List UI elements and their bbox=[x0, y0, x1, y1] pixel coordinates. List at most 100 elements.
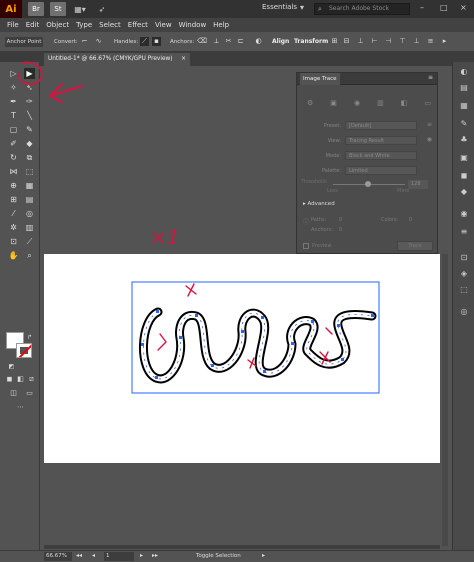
show-handles-icon[interactable]: ⟋ bbox=[140, 37, 149, 46]
convert-smooth-icon[interactable]: ∿ bbox=[94, 37, 103, 46]
menu-object[interactable]: Object bbox=[46, 21, 69, 29]
previous-artboard-icon[interactable]: ◂ bbox=[92, 552, 95, 559]
properties-icon[interactable]: ▦ bbox=[457, 100, 471, 112]
rectangle-tool-icon[interactable]: ▢ bbox=[8, 124, 19, 135]
transform-button[interactable]: Transform bbox=[292, 36, 330, 48]
vertical-scrollbar[interactable] bbox=[442, 254, 448, 546]
options-icon[interactable]: ⊟ bbox=[342, 37, 351, 46]
perspective-grid-tool-icon[interactable]: ▦ bbox=[24, 180, 35, 191]
vertical-flip-icon[interactable]: ⊥ bbox=[356, 37, 365, 46]
line-tool-icon[interactable]: ╲ bbox=[24, 110, 35, 121]
hand-tool-icon[interactable]: ✋ bbox=[8, 250, 19, 261]
artboard[interactable] bbox=[44, 254, 440, 463]
symbols-icon[interactable]: ♣ bbox=[457, 134, 471, 146]
workspace-switcher[interactable]: Essentials bbox=[262, 3, 297, 11]
type-tool-icon[interactable]: T bbox=[8, 110, 19, 121]
first-artboard-icon[interactable]: ◂◂ bbox=[76, 552, 82, 559]
zoom-tool-icon[interactable]: ⌕ bbox=[24, 250, 35, 261]
preview-checkbox[interactable] bbox=[303, 243, 309, 249]
slice-tool-icon[interactable]: ⟋ bbox=[24, 236, 35, 247]
curvature-tool-icon[interactable]: ✑ bbox=[24, 96, 35, 107]
grayscale-icon[interactable]: ▥ bbox=[377, 99, 384, 107]
layers-icon[interactable]: ◈ bbox=[457, 268, 471, 280]
recolor-icon[interactable]: ◐ bbox=[254, 37, 263, 46]
stroke-panel-icon[interactable]: ≡ bbox=[457, 226, 471, 238]
eyedropper-tool-icon[interactable]: ⁄ bbox=[8, 208, 19, 219]
minimize-icon[interactable]: – bbox=[420, 3, 424, 12]
mode-row[interactable]: Mode: Black and White bbox=[301, 151, 435, 161]
gradient-mode-icon[interactable]: ◧ bbox=[15, 374, 26, 385]
eye-icon[interactable]: ◉ bbox=[427, 136, 432, 143]
symbol-sprayer-tool-icon[interactable]: ✲ bbox=[8, 222, 19, 233]
pen-tool-icon[interactable]: ✒ bbox=[8, 96, 19, 107]
connect-anchor-icon[interactable]: ⟂ bbox=[212, 37, 221, 46]
close-icon[interactable]: × bbox=[460, 3, 467, 12]
paintbrush-tool-icon[interactable]: ✎ bbox=[24, 124, 35, 135]
free-transform-tool-icon[interactable]: ⬚ bbox=[24, 166, 35, 177]
menu-window[interactable]: Window bbox=[179, 21, 207, 29]
color-guide-icon[interactable]: ▤ bbox=[457, 82, 471, 94]
edit-toolbar-icon[interactable]: ⋯ bbox=[15, 402, 26, 413]
bridge-icon[interactable]: Br bbox=[28, 2, 44, 16]
stock-icon[interactable]: St bbox=[50, 2, 66, 16]
high-color-icon[interactable]: ▣ bbox=[330, 99, 337, 107]
horizontal-align-icon[interactable]: ⊢ bbox=[370, 37, 379, 46]
low-color-icon[interactable]: ◉ bbox=[354, 99, 360, 107]
preset-dropdown[interactable]: [Default] bbox=[345, 121, 417, 130]
none-mode-icon[interactable]: ⧄ bbox=[26, 374, 37, 385]
blend-tool-icon[interactable]: ◎ bbox=[24, 208, 35, 219]
rotate-tool-icon[interactable]: ↻ bbox=[8, 152, 19, 163]
more-options-icon[interactable]: ▸ bbox=[440, 37, 449, 46]
next-artboard-icon[interactable]: ▸ bbox=[140, 552, 143, 559]
black-white-icon[interactable]: ◧ bbox=[401, 99, 408, 107]
menu-effect[interactable]: Effect bbox=[128, 21, 148, 29]
status-menu-icon[interactable]: ▸ bbox=[262, 552, 265, 559]
swatches-icon[interactable]: ◆ bbox=[457, 186, 471, 198]
status-toggle-selection[interactable]: Toggle Selection bbox=[196, 553, 241, 559]
mesh-tool-icon[interactable]: ⊞ bbox=[8, 194, 19, 205]
transparency-icon[interactable]: ◉ bbox=[457, 208, 471, 220]
asset-export-icon[interactable]: ⬚ bbox=[457, 284, 471, 296]
threshold-slider-knob[interactable] bbox=[365, 181, 371, 187]
libraries-icon[interactable]: ◎ bbox=[457, 306, 471, 318]
shaper-tool-icon[interactable]: ✐ bbox=[8, 138, 19, 149]
preset-row[interactable]: Preset: [Default] ≡ bbox=[301, 121, 435, 131]
menu-view[interactable]: View bbox=[155, 21, 172, 29]
close-tab-icon[interactable]: × bbox=[181, 53, 186, 66]
eraser-tool-icon[interactable]: ◆ bbox=[24, 138, 35, 149]
menu-file[interactable]: File bbox=[7, 21, 19, 29]
scale-tool-icon[interactable]: ⧉ bbox=[24, 152, 35, 163]
menu-select[interactable]: Select bbox=[99, 21, 121, 29]
top-align-icon[interactable]: ⊤ bbox=[398, 37, 407, 46]
arrange-documents-icon[interactable]: ▦▾ bbox=[72, 2, 88, 16]
graphic-styles-icon[interactable]: ▣ bbox=[457, 152, 471, 164]
zoom-level[interactable]: 66.67% bbox=[44, 552, 72, 561]
color-mode-icon[interactable]: ◼ bbox=[4, 374, 15, 385]
adobe-stock-search[interactable]: ⌕ Search Adobe Stock bbox=[314, 3, 410, 15]
view-row[interactable]: View: Tracing Result ◉ bbox=[301, 136, 435, 146]
preset-menu-icon[interactable]: ≡ bbox=[427, 121, 432, 128]
color-panel-icon[interactable]: ◐ bbox=[457, 66, 471, 78]
default-colors-icon[interactable]: ◩ bbox=[6, 361, 17, 372]
transform-each-icon[interactable]: ⊞ bbox=[330, 37, 339, 46]
outline-icon[interactable]: ▭ bbox=[424, 99, 431, 107]
threshold-value[interactable]: 128 bbox=[408, 180, 428, 189]
menu-type[interactable]: Type bbox=[76, 21, 92, 29]
advanced-toggle[interactable]: ▸ Advanced bbox=[303, 201, 335, 207]
lasso-tool-icon[interactable]: ➴ bbox=[24, 82, 35, 93]
workspace-chevron-icon[interactable]: ▾ bbox=[300, 3, 304, 12]
center-align-icon[interactable]: ⊣ bbox=[384, 37, 393, 46]
menu-edit[interactable]: Edit bbox=[26, 21, 40, 29]
middle-align-icon[interactable]: ⊥ bbox=[412, 37, 421, 46]
graph-tool-icon[interactable]: ▥ bbox=[24, 222, 35, 233]
artboards-icon[interactable]: ⊡ bbox=[457, 252, 471, 264]
appearance-icon[interactable]: ◼ bbox=[457, 170, 471, 182]
mode-dropdown[interactable]: Black and White bbox=[345, 151, 417, 160]
cut-path-icon[interactable]: ✂ bbox=[224, 37, 233, 46]
swap-colors-icon[interactable]: ↱ bbox=[24, 332, 35, 343]
gpu-performance-icon[interactable]: ➶ bbox=[94, 2, 110, 16]
brushes-icon[interactable]: ✎ bbox=[457, 118, 471, 130]
auto-color-icon[interactable]: ⚙ bbox=[307, 99, 313, 107]
panel-menu-icon[interactable]: ≡ bbox=[428, 74, 433, 81]
palette-row[interactable]: Palette: Limited bbox=[301, 166, 435, 176]
